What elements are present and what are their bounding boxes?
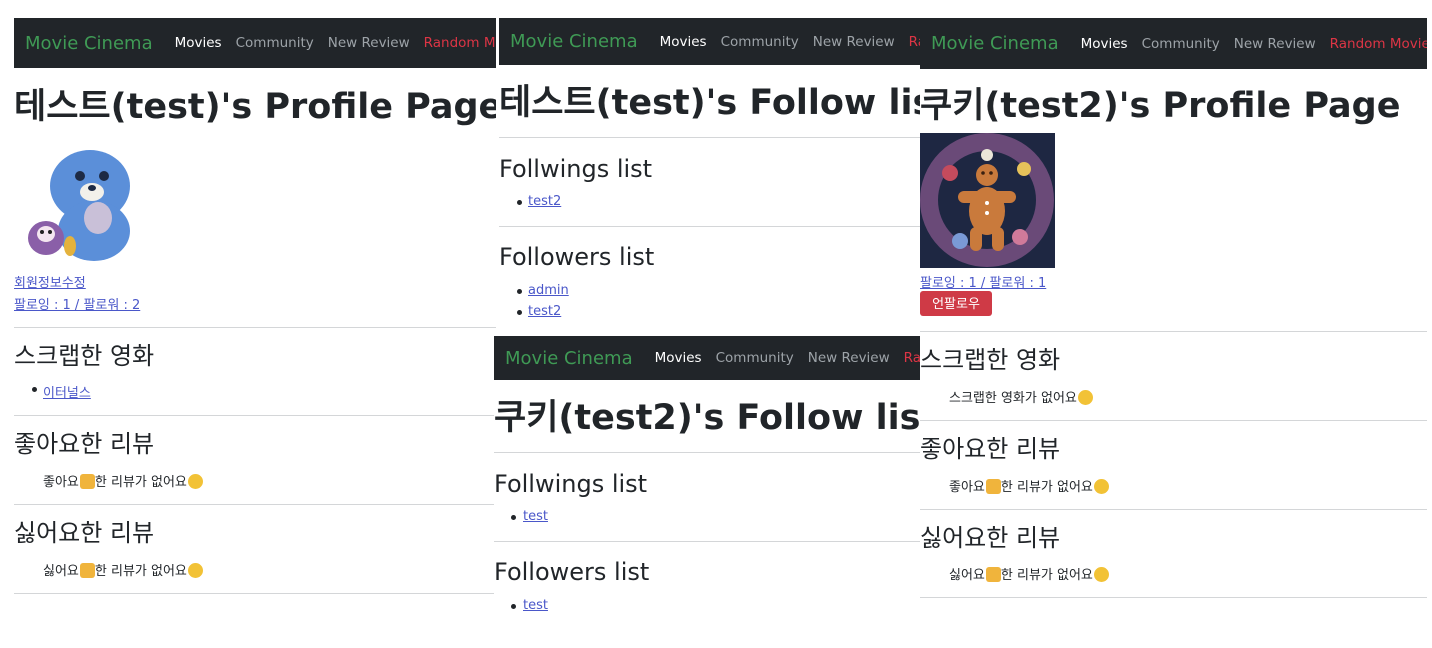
liked-heading: 좋아요한 리뷰 [920, 435, 1061, 463]
nav-new-review[interactable]: New Review [1234, 36, 1316, 52]
follower-user-link[interactable]: test [523, 598, 548, 613]
list-bullet [32, 387, 37, 392]
following-user-link[interactable]: test2 [528, 194, 561, 209]
nav-community[interactable]: Community [716, 350, 794, 366]
nav-new-review[interactable]: New Review [328, 35, 410, 51]
follower-user-link[interactable]: admin [528, 283, 569, 298]
followings-heading: Follwings list [494, 470, 648, 498]
list-bullet [517, 310, 522, 315]
divider [920, 420, 1427, 421]
scrap-heading: 스크랩한 영화 [14, 342, 155, 370]
disliked-empty-text-a: 싫어요 [43, 564, 79, 579]
scrap-empty-text: 스크랩한 영화가 없어요 [949, 391, 1077, 406]
followers-heading: Followers list [494, 558, 650, 586]
disliked-empty-text-b: 한 리뷰가 없어요 [94, 564, 187, 579]
divider [14, 415, 496, 416]
page-title: 테스트(test)'s Profile Page [14, 87, 496, 127]
nav-movies[interactable]: Movies [175, 35, 222, 51]
liked-empty-text-b: 한 리뷰가 없어요 [94, 475, 187, 490]
page-title: 테스트(test)'s Follow list [499, 83, 921, 123]
brand-link[interactable]: Movie Cinema [510, 31, 638, 52]
divider [494, 541, 921, 542]
nav-random-movie[interactable]: Random Movie [904, 350, 921, 366]
divider [499, 137, 921, 138]
liked-empty-message: 좋아요 한 리뷰가 없어요 [949, 476, 1109, 495]
navbar: Movie Cinema Movies Community New Review… [499, 18, 921, 65]
divider [920, 509, 1427, 510]
follow-stats-link[interactable]: 팔로잉 : 1 / 팔로워 : 2 [14, 294, 140, 313]
edit-profile-link[interactable]: 회원정보수정 [14, 272, 86, 291]
navbar: Movie Cinema Movies Community New Review… [14, 18, 496, 68]
sad-face-icon [187, 474, 203, 489]
page-title: 쿠키(test2)'s Profile Page [920, 86, 1401, 126]
divider [494, 452, 921, 453]
sad-face-icon [1093, 479, 1109, 494]
brand-link[interactable]: Movie Cinema [931, 33, 1059, 54]
thumbs-up-icon [985, 479, 1001, 494]
scrap-empty-message: 스크랩한 영화가 없어요 [949, 387, 1093, 406]
nav-community[interactable]: Community [721, 34, 799, 50]
disliked-empty-message: 싫어요 한 리뷰가 없어요 [949, 564, 1109, 583]
smile-face-icon [187, 563, 203, 578]
disliked-empty-message: 싫어요 한 리뷰가 없어요 [43, 560, 203, 579]
nav-random-movie[interactable]: Random Movie [1330, 36, 1427, 52]
nav-new-review[interactable]: New Review [808, 350, 890, 366]
nav-movies[interactable]: Movies [660, 34, 707, 50]
divider [920, 331, 1427, 332]
following-user-link[interactable]: test [523, 509, 548, 524]
liked-empty-text-a: 좋아요 [43, 475, 79, 490]
disliked-heading: 싫어요한 리뷰 [14, 519, 155, 547]
nav-random-movie[interactable]: Random Movie [424, 35, 496, 51]
follow-list-panel-test: Movie Cinema Movies Community New Review… [499, 18, 921, 330]
divider [499, 226, 921, 227]
liked-empty-text-a: 좋아요 [949, 480, 985, 495]
nav-community[interactable]: Community [236, 35, 314, 51]
thumbs-down-icon [79, 563, 95, 578]
followers-heading: Followers list [499, 243, 655, 271]
thumbs-down-icon [985, 567, 1001, 582]
list-bullet [511, 515, 516, 520]
nav-movies[interactable]: Movies [655, 350, 702, 366]
disliked-empty-text-a: 싫어요 [949, 568, 985, 583]
scrap-movie-link[interactable]: 이터널스 [43, 382, 91, 401]
follower-user-link[interactable]: test2 [528, 304, 561, 319]
list-bullet [517, 289, 522, 294]
divider [14, 327, 496, 328]
page-title: 쿠키(test2)'s Follow list [494, 398, 921, 438]
smile-face-icon [1093, 567, 1109, 582]
unfollow-button[interactable]: 언팔로우 [920, 291, 992, 316]
sweat-smile-icon [1077, 390, 1093, 405]
divider [920, 597, 1427, 598]
profile-avatar [28, 150, 130, 261]
brand-link[interactable]: Movie Cinema [505, 348, 633, 369]
list-bullet [511, 604, 516, 609]
disliked-heading: 싫어요한 리뷰 [920, 524, 1061, 552]
brand-link[interactable]: Movie Cinema [25, 33, 153, 54]
nav-community[interactable]: Community [1142, 36, 1220, 52]
follow-stats-link[interactable]: 팔로잉 : 1 / 팔로워 : 1 [920, 272, 1046, 291]
divider [14, 504, 496, 505]
list-bullet [517, 200, 522, 205]
liked-heading: 좋아요한 리뷰 [14, 430, 155, 458]
followings-heading: Follwings list [499, 155, 653, 183]
liked-empty-text-b: 한 리뷰가 없어요 [1000, 480, 1093, 495]
profile-panel-test: Movie Cinema Movies Community New Review… [14, 18, 496, 618]
disliked-empty-text-b: 한 리뷰가 없어요 [1000, 568, 1093, 583]
navbar: Movie Cinema Movies Community New Review… [494, 336, 921, 380]
navbar: Movie Cinema Movies Community New Review… [920, 18, 1427, 69]
profile-avatar [920, 133, 1055, 268]
thumbs-up-icon [79, 474, 95, 489]
liked-empty-message: 좋아요 한 리뷰가 없어요 [43, 471, 203, 490]
nav-new-review[interactable]: New Review [813, 34, 895, 50]
nav-movies[interactable]: Movies [1081, 36, 1128, 52]
follow-list-panel-test2: Movie Cinema Movies Community New Review… [494, 336, 921, 626]
scrap-heading: 스크랩한 영화 [920, 346, 1061, 374]
profile-panel-test2: Movie Cinema Movies Community New Review… [920, 18, 1427, 618]
divider [14, 593, 496, 594]
